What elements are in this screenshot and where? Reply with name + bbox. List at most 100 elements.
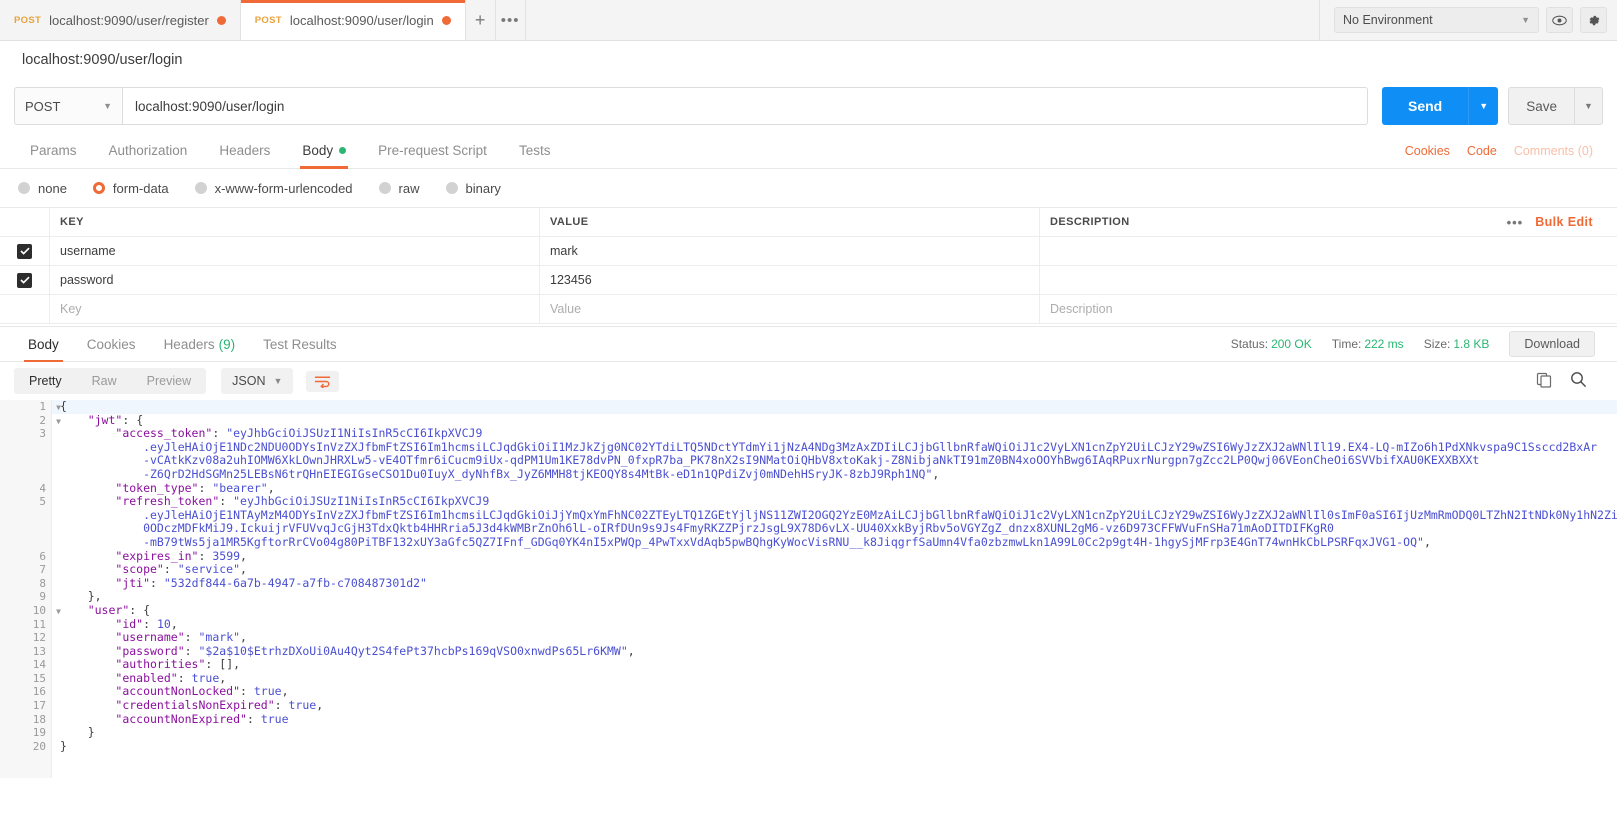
new-row-value-input[interactable]: Value: [540, 295, 1040, 323]
response-body-lines: 1▼{2▼ "jwt": {3 "access_token": "eyJhbGc…: [0, 400, 1617, 753]
save-button[interactable]: Save: [1508, 87, 1575, 125]
table-more-options-button[interactable]: •••: [1507, 215, 1524, 230]
column-header-value: VALUE: [540, 208, 1040, 236]
http-method-selector[interactable]: POST ▼: [14, 87, 122, 125]
comments-link[interactable]: Comments (0): [1514, 144, 1593, 158]
column-header-key: KEY: [50, 208, 540, 236]
request-bar: POST ▼ localhost:9090/user/login Send ▼ …: [0, 79, 1617, 133]
environment-quick-look-button[interactable]: [1546, 7, 1573, 33]
word-wrap-button[interactable]: [306, 371, 339, 392]
row-description[interactable]: [1040, 266, 1617, 294]
response-tab-cookies[interactable]: Cookies: [73, 326, 150, 362]
download-button[interactable]: Download: [1509, 331, 1595, 357]
code-line: 9 },: [0, 590, 1617, 604]
row-checkbox-cell[interactable]: [0, 266, 50, 294]
settings-button[interactable]: [1580, 7, 1607, 33]
fold-toggle-icon[interactable]: ▼: [56, 415, 61, 429]
environment-selector[interactable]: No Environment ▼: [1334, 7, 1539, 33]
copy-button[interactable]: [1536, 372, 1552, 391]
request-tab-login[interactable]: POST localhost:9090/user/login: [241, 0, 466, 40]
body-type-form-data[interactable]: form-data: [93, 181, 169, 196]
row-checkbox-cell[interactable]: [0, 237, 50, 265]
response-tab-test-results[interactable]: Test Results: [249, 326, 351, 362]
send-options-button[interactable]: ▼: [1468, 87, 1498, 125]
code-line: 20}: [0, 740, 1617, 754]
code-line: -mB79tWs5ja1MR5KgftorRrCVo04g80PiTBF132x…: [0, 536, 1617, 550]
request-tab-register[interactable]: POST localhost:9090/user/register: [0, 0, 241, 40]
code-text: "expires_in": 3599,: [52, 550, 1617, 564]
tab-label: Tests: [519, 143, 551, 158]
tab-label: Body: [302, 143, 333, 158]
response-tab-headers[interactable]: Headers (9): [150, 326, 250, 362]
url-input[interactable]: localhost:9090/user/login: [122, 87, 1368, 125]
bulk-edit-button[interactable]: Bulk Edit: [1535, 215, 1593, 229]
code-line: 16 "accountNonLocked": true,: [0, 685, 1617, 699]
row-value[interactable]: mark: [540, 237, 1040, 265]
tab-title: localhost:9090/user/login: [290, 13, 434, 28]
row-key[interactable]: password: [50, 266, 540, 294]
code-text: {: [52, 400, 1617, 414]
headers-count-badge: (9): [219, 337, 236, 352]
line-number: 12: [0, 631, 52, 645]
row-description[interactable]: [1040, 237, 1617, 265]
code-text: "scope": "service",: [52, 563, 1617, 577]
eye-icon: [1552, 15, 1567, 26]
tab-params[interactable]: Params: [14, 133, 93, 169]
code-text: "enabled": true,: [52, 672, 1617, 686]
view-mode-group: Pretty Raw Preview: [14, 368, 206, 394]
response-tab-body[interactable]: Body: [14, 326, 73, 362]
line-number: 14: [0, 658, 52, 672]
view-mode-preview[interactable]: Preview: [132, 368, 206, 394]
size-value: 1.8 KB: [1453, 337, 1489, 351]
status-value: 200 OK: [1271, 337, 1312, 351]
request-tabs-actions: Cookies Code Comments (0): [1405, 144, 1603, 158]
fold-toggle-icon[interactable]: ▼: [56, 605, 61, 619]
chevron-down-icon: ▼: [103, 101, 112, 111]
row-value[interactable]: 123456: [540, 266, 1040, 294]
table-row[interactable]: password 123456: [0, 266, 1617, 295]
code-line: 14 "authorities": [],: [0, 658, 1617, 672]
row-checkbox-cell[interactable]: [0, 295, 50, 323]
row-key[interactable]: username: [50, 237, 540, 265]
chevron-down-icon: ▼: [1521, 15, 1530, 25]
cookies-link[interactable]: Cookies: [1405, 144, 1450, 158]
body-type-x-www-form-urlencoded[interactable]: x-www-form-urlencoded: [195, 181, 353, 196]
new-tab-button[interactable]: +: [466, 0, 496, 40]
save-options-button[interactable]: ▼: [1575, 87, 1603, 125]
fold-toggle-icon[interactable]: ▼: [56, 401, 61, 415]
code-text: },: [52, 590, 1617, 604]
code-text: "token_type": "bearer",: [52, 482, 1617, 496]
line-number: 3: [0, 427, 52, 441]
body-type-raw[interactable]: raw: [379, 181, 420, 196]
response-format-selector[interactable]: JSON ▼: [221, 368, 293, 394]
checkbox-checked-icon[interactable]: [17, 244, 32, 259]
view-mode-raw[interactable]: Raw: [77, 368, 132, 394]
environment-area: No Environment ▼: [1319, 0, 1617, 40]
table-row[interactable]: username mark: [0, 237, 1617, 266]
checkbox-checked-icon[interactable]: [17, 273, 32, 288]
send-button[interactable]: Send: [1382, 87, 1468, 125]
tab-pre-request-script[interactable]: Pre-request Script: [362, 133, 503, 169]
response-format-label: JSON: [232, 374, 265, 388]
code-line: 7 "scope": "service",: [0, 563, 1617, 577]
body-type-binary[interactable]: binary: [446, 181, 501, 196]
tab-authorization[interactable]: Authorization: [93, 133, 204, 169]
tab-title: localhost:9090/user/register: [49, 13, 209, 28]
body-type-none[interactable]: none: [18, 181, 67, 196]
tab-label: Cookies: [87, 337, 136, 352]
code-text: "password": "$2a$10$EtrhzDXoUi0Au4Qyt2S4…: [52, 645, 1617, 659]
line-number: 11: [0, 618, 52, 632]
code-link[interactable]: Code: [1467, 144, 1497, 158]
code-text: }: [52, 726, 1617, 740]
new-row-description-input[interactable]: Description: [1040, 295, 1617, 323]
tab-headers[interactable]: Headers: [203, 133, 286, 169]
new-row-key-input[interactable]: Key: [50, 295, 540, 323]
code-text: "accountNonLocked": true,: [52, 685, 1617, 699]
tab-body[interactable]: Body: [286, 133, 362, 169]
view-mode-pretty[interactable]: Pretty: [14, 368, 77, 394]
search-button[interactable]: [1570, 371, 1587, 391]
response-body-viewer[interactable]: 1▼{2▼ "jwt": {3 "access_token": "eyJhbGc…: [0, 400, 1617, 778]
tab-options-button[interactable]: •••: [496, 0, 526, 40]
table-row-empty[interactable]: Key Value Description: [0, 295, 1617, 324]
tab-tests[interactable]: Tests: [503, 133, 567, 169]
